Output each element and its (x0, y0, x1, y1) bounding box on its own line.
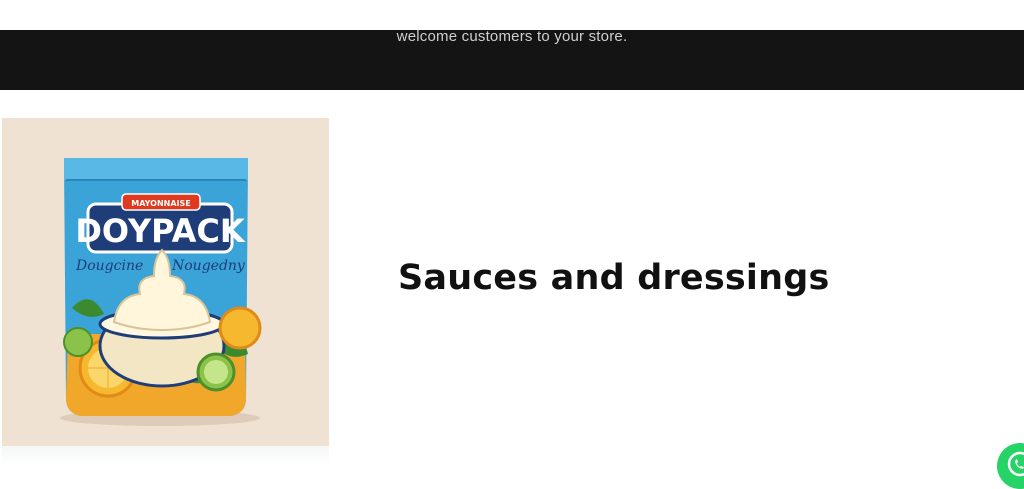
announcement-banner: welcome customers to your store. (0, 28, 1024, 90)
badge-text: MAYONNAISE (131, 199, 190, 208)
section-heading[interactable]: Sauces and dressings (398, 258, 830, 298)
banner-text: welcome customers to your store. (396, 28, 628, 45)
script-label-left: Dougcine (75, 258, 143, 274)
whatsapp-icon (1007, 451, 1024, 477)
brand-text: DOYPACK (75, 212, 246, 250)
collection-image[interactable]: DOYPACK MAYONNAISE Dougcine Nougedny (2, 118, 329, 446)
header-top-strip (0, 0, 1024, 30)
card-shadow (2, 446, 329, 466)
script-label-right: Nougedny (171, 258, 246, 274)
mayonnaise-pouch-illustration: DOYPACK MAYONNAISE Dougcine Nougedny (60, 158, 262, 426)
whatsapp-chat-button[interactable] (997, 443, 1024, 489)
